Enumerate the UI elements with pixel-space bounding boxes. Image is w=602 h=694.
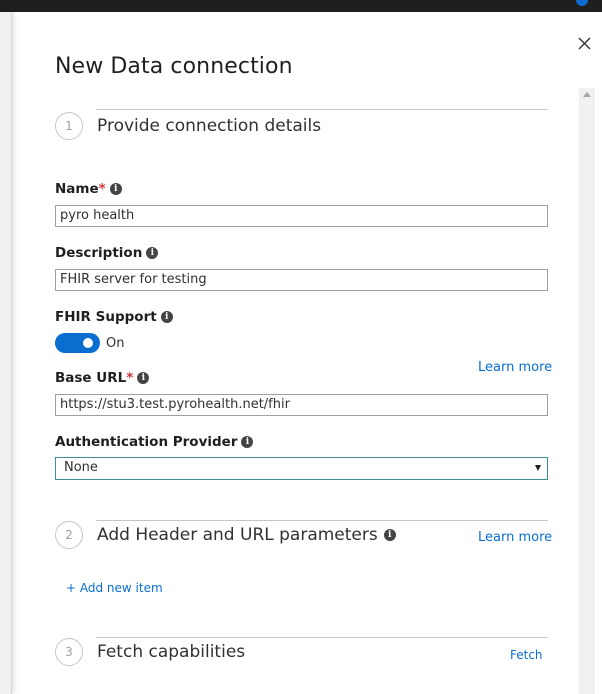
fhir-support-toggle[interactable] xyxy=(55,333,100,353)
info-icon[interactable]: i xyxy=(109,183,122,195)
description-label-text: Description xyxy=(55,245,143,261)
step-title-text: Add Header and URL parameters xyxy=(97,525,378,545)
fhir-support-label-text: FHIR Support xyxy=(55,309,157,325)
step-divider xyxy=(96,637,548,638)
auth-provider-select[interactable]: None xyxy=(55,457,548,480)
top-bar xyxy=(0,0,602,12)
chevron-down-icon xyxy=(535,465,541,471)
name-input[interactable]: pyro health xyxy=(55,205,548,227)
step-2-header: 2 Add Header and URL parameters i xyxy=(55,520,548,565)
step-divider xyxy=(96,520,548,521)
required-mark: * xyxy=(98,181,106,197)
step-title-text: Fetch capabilities xyxy=(97,642,246,662)
base-url-input[interactable]: https://stu3.test.pyrohealth.net/fhir xyxy=(55,394,548,416)
name-label: Name * i xyxy=(55,181,122,197)
fhir-support-state: On xyxy=(106,336,125,351)
step-title: Add Header and URL parameters i xyxy=(97,525,396,545)
step-divider xyxy=(96,109,548,110)
step-title: Fetch capabilities xyxy=(97,642,245,662)
learn-more-link[interactable]: Learn more xyxy=(478,360,552,375)
notification-dot-icon xyxy=(576,0,588,6)
step-3-header: 3 Fetch capabilities xyxy=(55,637,548,682)
left-background-strip xyxy=(0,12,12,694)
auth-provider-label-text: Authentication Provider xyxy=(55,434,238,450)
name-label-text: Name xyxy=(55,181,99,197)
required-mark: * xyxy=(126,370,134,386)
info-icon[interactable]: i xyxy=(241,436,254,448)
description-input[interactable]: FHIR server for testing xyxy=(55,269,548,291)
step-title: Provide connection details xyxy=(97,116,321,136)
auth-provider-label: Authentication Provider i xyxy=(55,434,254,450)
step-number-circle: 3 xyxy=(55,638,83,666)
auth-provider-selected-value: None xyxy=(64,460,98,475)
base-url-label: Base URL * i xyxy=(55,370,150,386)
info-icon[interactable]: i xyxy=(146,247,159,259)
close-button[interactable] xyxy=(575,34,593,52)
info-icon[interactable]: i xyxy=(383,529,396,541)
step-title-text: Provide connection details xyxy=(97,116,322,136)
description-label: Description i xyxy=(55,245,159,261)
step-number-circle: 1 xyxy=(55,112,83,140)
add-new-item-link[interactable]: + Add new item xyxy=(66,581,163,595)
fetch-link[interactable]: Fetch xyxy=(510,648,543,662)
learn-more-link[interactable]: Learn more xyxy=(478,530,552,545)
info-icon[interactable]: i xyxy=(137,372,150,384)
base-url-label-text: Base URL xyxy=(55,370,127,386)
toggle-knob xyxy=(83,338,93,348)
info-icon[interactable]: i xyxy=(160,311,173,323)
step-number-circle: 2 xyxy=(55,521,83,549)
close-icon xyxy=(578,37,590,49)
vertical-scrollbar[interactable] xyxy=(579,88,595,694)
panel-title: New Data connection xyxy=(55,54,293,79)
fhir-support-label: FHIR Support i xyxy=(55,309,173,325)
step-1-header: 1 Provide connection details xyxy=(55,109,548,156)
scroll-up-arrow-icon[interactable] xyxy=(583,92,591,97)
